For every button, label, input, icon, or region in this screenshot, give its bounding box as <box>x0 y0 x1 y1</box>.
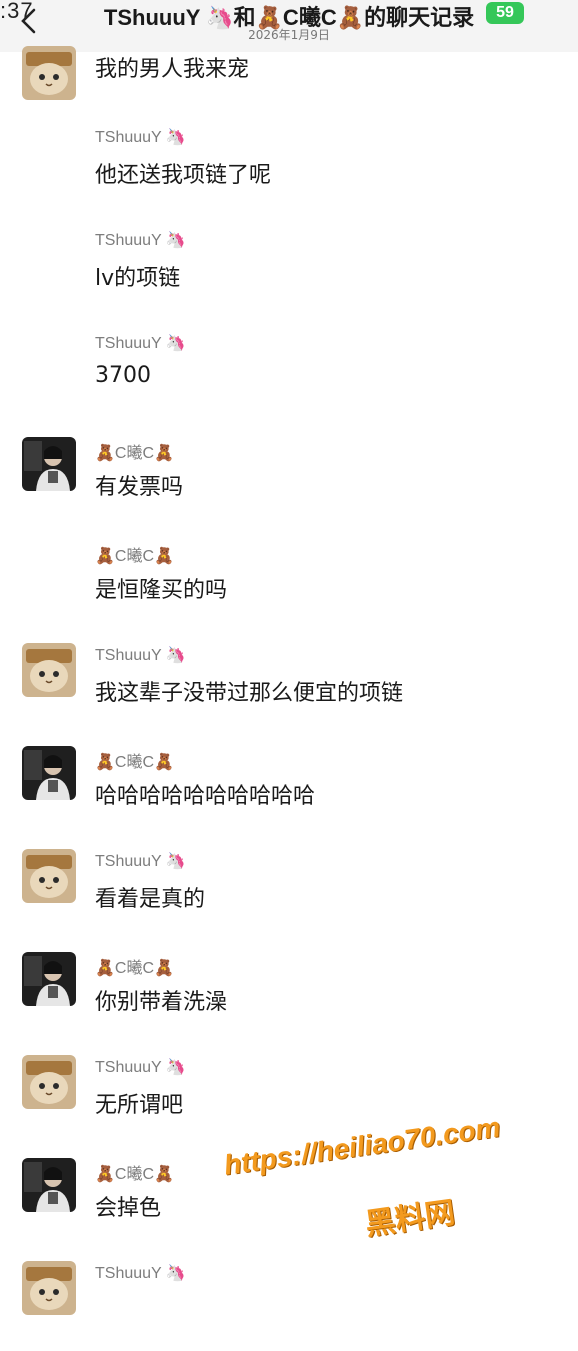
message-text[interactable]: 无所谓吧 <box>95 1087 183 1119</box>
chat-message: TShuuuY 🦄 <box>0 1261 578 1351</box>
chat-message: TShuuuY 🦄 3700 <box>0 331 578 421</box>
message-text[interactable]: 是恒隆买的吗 <box>95 572 227 604</box>
message-text[interactable]: 看着是真的 <box>95 881 205 913</box>
chat-date: 2026年1月9日 <box>248 28 330 42</box>
sender-name: TShuuuY 🦄 <box>95 232 186 249</box>
sender-name: TShuuuY 🦄 <box>95 335 186 352</box>
avatar-person[interactable] <box>22 437 76 491</box>
sender-name: TShuuuY 🦄 <box>95 129 186 146</box>
avatar-person[interactable] <box>22 1158 76 1212</box>
sender-name: 🧸C曦C🧸 <box>95 445 174 462</box>
sender-name: TShuuuY 🦄 <box>95 853 186 870</box>
chat-message: 🧸C曦C🧸 有发票吗 <box>0 437 578 527</box>
chat-message: 我的男人我来宠 <box>0 46 578 136</box>
sender-name: 🧸C曦C🧸 <box>95 960 174 977</box>
chat-message: TShuuuY 🦄 他还送我项链了呢 <box>0 125 578 215</box>
message-text[interactable]: 我这辈子没带过那么便宜的项链 <box>95 675 403 707</box>
chat-message: 🧸C曦C🧸 是恒隆买的吗 <box>0 540 578 630</box>
message-text[interactable]: 我的男人我来宠 <box>95 51 249 83</box>
avatar-cat[interactable] <box>22 46 76 100</box>
message-text[interactable]: 有发票吗 <box>95 469 183 501</box>
message-text[interactable]: lv的项链 <box>95 260 180 292</box>
avatar-cat[interactable] <box>22 849 76 903</box>
chat-message: TShuuuY 🦄 我这辈子没带过那么便宜的项链 <box>0 643 578 733</box>
message-text[interactable]: 哈哈哈哈哈哈哈哈哈哈 <box>95 778 315 810</box>
message-text[interactable]: 他还送我项链了呢 <box>95 157 271 189</box>
sender-name: 🧸C曦C🧸 <box>95 548 174 565</box>
avatar-person[interactable] <box>22 746 76 800</box>
sender-name: 🧸C曦C🧸 <box>95 754 174 771</box>
avatar-cat[interactable] <box>22 1261 76 1315</box>
avatar-cat[interactable] <box>22 643 76 697</box>
chat-header: :37 TShuuuY 🦄和🧸C曦C🧸的聊天记录 2026年1月9日 59 <box>0 0 578 52</box>
avatar-cat[interactable] <box>22 1055 76 1109</box>
sender-name: 🧸C曦C🧸 <box>95 1166 174 1183</box>
chat-message: 🧸C曦C🧸 你别带着洗澡 <box>0 952 578 1042</box>
message-text[interactable]: 3700 <box>95 363 151 388</box>
sender-name: TShuuuY 🦄 <box>95 647 186 664</box>
battery-badge: 59 <box>486 2 524 24</box>
message-text[interactable]: 你别带着洗澡 <box>95 984 227 1016</box>
avatar-person[interactable] <box>22 952 76 1006</box>
chat-message: TShuuuY 🦄 看着是真的 <box>0 849 578 939</box>
sender-name: TShuuuY 🦄 <box>95 1265 186 1282</box>
chat-message: 🧸C曦C🧸 哈哈哈哈哈哈哈哈哈哈 <box>0 746 578 836</box>
chat-message: TShuuuY 🦄 lv的项链 <box>0 228 578 318</box>
sender-name: TShuuuY 🦄 <box>95 1059 186 1076</box>
message-text[interactable]: 会掉色 <box>95 1190 161 1222</box>
